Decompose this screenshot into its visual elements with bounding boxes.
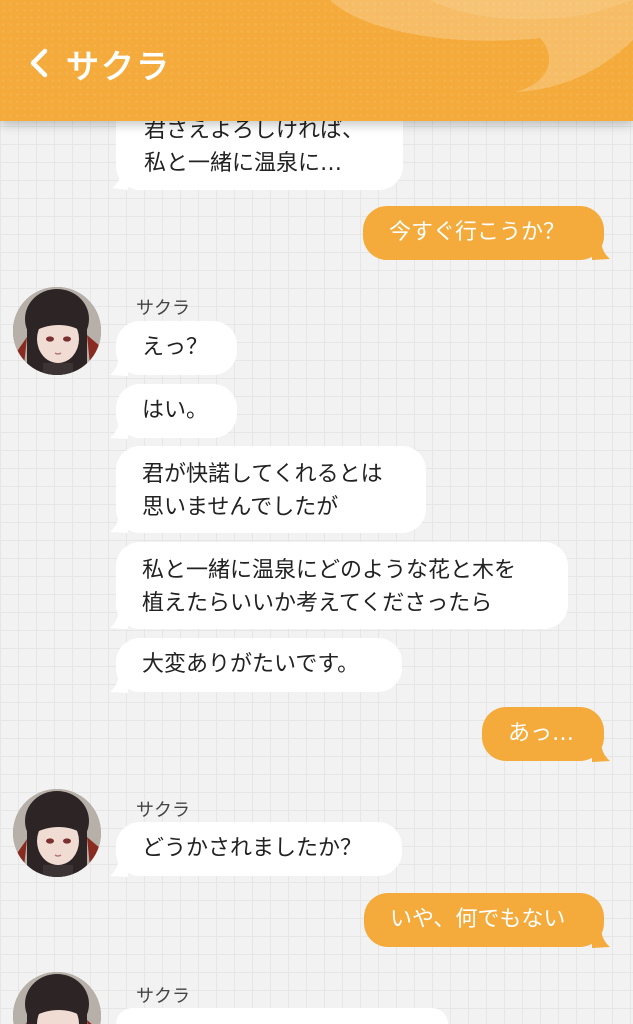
sender-name: サクラ xyxy=(136,800,190,821)
avatar[interactable] xyxy=(13,972,101,1024)
character-portrait xyxy=(13,972,101,1024)
message-text-line: 私と一緒に温泉にどのような花と木を xyxy=(142,558,517,583)
bubble-tail xyxy=(112,164,128,190)
bubble-tail xyxy=(592,232,610,260)
message-text: いや、何でもない xyxy=(390,907,566,932)
bubble-tail xyxy=(110,665,128,693)
message-text-line: 私と一緒に温泉に… xyxy=(144,151,343,176)
message-bubble-incoming xyxy=(116,1008,448,1024)
character-portrait xyxy=(13,287,101,375)
character-portrait xyxy=(13,789,101,877)
message-text: あっ… xyxy=(508,721,575,746)
message-bubble-incoming: 君が快諾してくれるとは 思いませんでしたが xyxy=(116,446,426,533)
message-text-line: 思いませんでしたが xyxy=(142,495,339,520)
avatar[interactable] xyxy=(13,287,101,375)
message-bubble-outgoing: いや、何でもない xyxy=(364,893,604,947)
chat-header: サクラ xyxy=(0,0,633,121)
message-text-line: 君が快諾してくれるとは xyxy=(142,462,383,487)
bubble-tail xyxy=(110,348,128,376)
chat-title: サクラ xyxy=(66,47,171,86)
message-bubble-incoming: えっ？ xyxy=(116,321,237,375)
message-text: 大変ありがたいです。 xyxy=(142,652,360,677)
bubble-tail xyxy=(110,411,128,439)
message-text: えっ？ xyxy=(142,335,209,360)
bubble-tail xyxy=(110,849,128,877)
bubble-tail xyxy=(110,505,128,533)
message-text: どうかされましたか？ xyxy=(142,836,363,861)
sender-name: サクラ xyxy=(136,298,190,319)
message-text-line: 植えたらいいか考えてくださったら xyxy=(142,591,493,616)
back-button[interactable] xyxy=(24,46,54,80)
bubble-tail xyxy=(110,601,128,629)
bubble-tail xyxy=(592,734,610,762)
bubble-tail xyxy=(592,920,610,948)
message-bubble-incoming: 大変ありがたいです。 xyxy=(116,638,402,692)
message-bubble-incoming: 私と一緒に温泉にどのような花と木を 植えたらいいか考えてくださったら xyxy=(116,542,568,629)
message-text: 今すぐ行こうか？ xyxy=(389,220,566,245)
avatar[interactable] xyxy=(13,789,101,877)
message-bubble-incoming: はい。 xyxy=(116,384,237,438)
message-bubble-outgoing: 今すぐ行こうか？ xyxy=(363,206,604,260)
message-bubble-outgoing: あっ… xyxy=(482,707,604,761)
message-bubble-incoming: どうかされましたか？ xyxy=(116,822,402,876)
sender-name: サクラ xyxy=(136,986,190,1007)
message-text: はい。 xyxy=(142,398,209,423)
chevron-left-icon xyxy=(30,48,48,78)
